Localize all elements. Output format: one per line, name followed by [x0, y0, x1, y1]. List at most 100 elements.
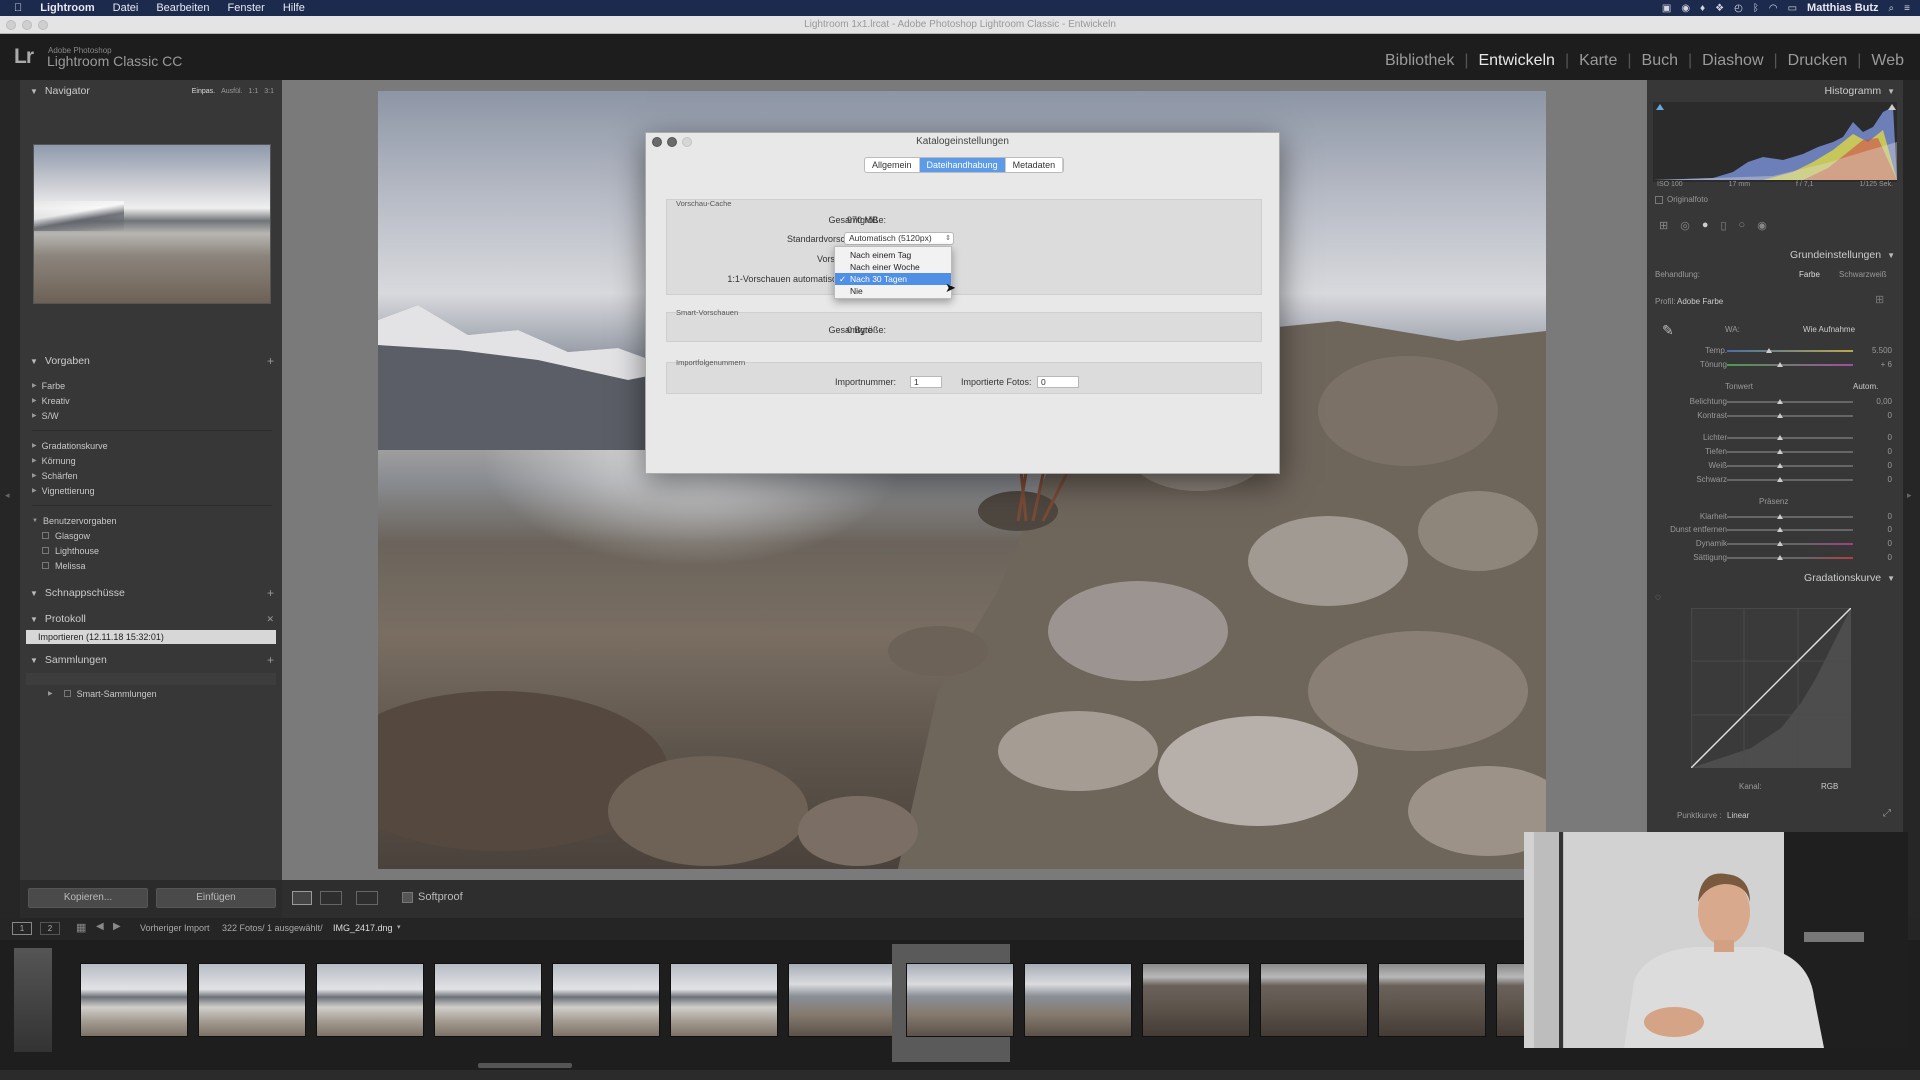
- filmstrip-thumbnail[interactable]: [1378, 963, 1486, 1037]
- presence-2-slider-knob[interactable]: [1776, 541, 1783, 546]
- presence-2-value[interactable]: 0: [1852, 539, 1892, 548]
- main-window-button[interactable]: 1: [12, 922, 32, 935]
- shadow-clipping-icon[interactable]: [1656, 104, 1664, 110]
- tone-2-slider-knob[interactable]: [1776, 435, 1783, 440]
- imported-photos-input[interactable]: 0: [1037, 376, 1079, 388]
- apple-menu-icon[interactable]: : [0, 2, 31, 14]
- histogram-header[interactable]: Histogramm ▼: [1647, 80, 1903, 102]
- tone-1-slider-knob[interactable]: [1776, 413, 1783, 418]
- grid-view-icon[interactable]: ▦: [76, 921, 86, 934]
- before-after-icon[interactable]: [320, 891, 342, 905]
- module-bibliothek[interactable]: Bibliothek: [1375, 52, 1464, 70]
- filmstrip-thumbnail[interactable]: [80, 963, 188, 1037]
- tint-slider[interactable]: [1727, 364, 1853, 366]
- sammlungen-header[interactable]: ▼ Sammlungen +: [20, 649, 282, 671]
- presence-3-value[interactable]: 0: [1852, 553, 1892, 562]
- preset-folder-sw[interactable]: ▶ S/W: [32, 408, 272, 423]
- option-nie[interactable]: Nie: [835, 285, 951, 297]
- zoom-window-button[interactable]: [38, 20, 48, 30]
- tone-0-slider-knob[interactable]: [1776, 399, 1783, 404]
- profile-browser-icon[interactable]: ⊞: [1875, 293, 1884, 306]
- temp-value[interactable]: 5.500: [1852, 346, 1892, 355]
- radial-filter-icon[interactable]: ○: [1739, 219, 1746, 231]
- tint-value[interactable]: + 6: [1852, 360, 1892, 369]
- tone-0-value[interactable]: 0,00: [1852, 397, 1892, 406]
- tint-slider-knob[interactable]: [1776, 362, 1783, 367]
- treatment-color[interactable]: Farbe: [1799, 270, 1820, 279]
- filmstrip-thumbnail[interactable]: [1142, 963, 1250, 1037]
- tone-1-slider[interactable]: [1727, 415, 1853, 417]
- schnappschuesse-header[interactable]: ▼ Schnappschüsse +: [20, 582, 282, 604]
- profile-select[interactable]: Adobe Farbe: [1677, 297, 1723, 306]
- treatment-bw[interactable]: Schwarzweiß: [1839, 270, 1887, 279]
- spot-removal-icon[interactable]: ◎: [1680, 219, 1690, 232]
- tone-5-value[interactable]: 0: [1852, 475, 1892, 484]
- module-entwickeln[interactable]: Entwickeln: [1468, 52, 1564, 70]
- tone-2-slider[interactable]: [1727, 437, 1853, 439]
- module-buch[interactable]: Buch: [1632, 52, 1688, 70]
- preset-folder-kreativ[interactable]: ▶ Kreativ: [32, 393, 272, 408]
- softproof-checkbox[interactable]: [402, 892, 413, 903]
- battery-icon[interactable]: ▭: [1788, 3, 1797, 14]
- preset-folder-gradationskurve[interactable]: ▶ Gradationskurve: [32, 438, 272, 453]
- protokoll-header[interactable]: ▼ Protokoll ✕: [20, 608, 282, 630]
- module-web[interactable]: Web: [1861, 52, 1914, 70]
- minimize-window-button[interactable]: [22, 20, 32, 30]
- second-window-button[interactable]: 2: [40, 922, 60, 935]
- tone-3-value[interactable]: 0: [1852, 447, 1892, 456]
- bluetooth-icon[interactable]: ᛒ: [1753, 3, 1759, 14]
- presence-0-slider-knob[interactable]: [1776, 514, 1783, 519]
- temp-slider[interactable]: [1727, 350, 1853, 352]
- wb-select[interactable]: Wie Aufnahme: [1803, 325, 1855, 334]
- zoom-1-1[interactable]: 1:1: [249, 88, 259, 95]
- clear-history-icon[interactable]: ✕: [266, 614, 274, 625]
- search-icon[interactable]: ⌕: [1889, 3, 1895, 14]
- module-drucken[interactable]: Drucken: [1778, 52, 1858, 70]
- import-number-input[interactable]: 1: [910, 376, 942, 388]
- dropbox-icon[interactable]: ❖: [1715, 3, 1724, 14]
- wifi-icon[interactable]: ◠: [1769, 3, 1778, 14]
- original-photo-checkbox[interactable]: [1655, 196, 1663, 204]
- forward-arrow-icon[interactable]: ▶: [113, 921, 121, 932]
- point-curve-select[interactable]: Linear: [1727, 811, 1749, 820]
- edit-point-curve-icon[interactable]: ⤢: [1883, 808, 1891, 819]
- module-karte[interactable]: Karte: [1569, 52, 1627, 70]
- tone-5-slider-knob[interactable]: [1776, 477, 1783, 482]
- add-collection-icon[interactable]: +: [267, 653, 274, 667]
- tone-2-value[interactable]: 0: [1852, 433, 1892, 442]
- crop-tool-icon[interactable]: ⊞: [1659, 219, 1668, 232]
- paste-settings-button[interactable]: Einfügen: [156, 888, 276, 908]
- menu-hilfe[interactable]: Hilfe: [274, 2, 314, 14]
- temp-slider-knob[interactable]: [1765, 348, 1772, 353]
- option-nach-einer-woche[interactable]: Nach einer Woche: [835, 261, 951, 273]
- curve-header[interactable]: Gradationskurve ▼: [1647, 567, 1903, 589]
- app-menu[interactable]: Lightroom: [31, 2, 103, 14]
- zoom-3-1[interactable]: 3:1: [264, 88, 274, 95]
- right-panel-toggle[interactable]: ▸: [1903, 80, 1920, 918]
- filmstrip-thumbnail[interactable]: [788, 963, 896, 1037]
- preset-folder-vignettierung[interactable]: ▶ Vignettierung: [32, 483, 272, 498]
- tab-metadaten[interactable]: Metadaten: [1006, 158, 1064, 172]
- filmstrip-thumbnail[interactable]: [434, 963, 542, 1037]
- time-machine-icon[interactable]: ◴: [1734, 3, 1743, 14]
- preset-glasgow[interactable]: Glasgow: [32, 528, 272, 543]
- red-eye-icon[interactable]: ●: [1702, 219, 1709, 231]
- standard-preview-size-select[interactable]: Automatisch (5120px) ⇕: [844, 232, 954, 245]
- left-panel-toggle[interactable]: ◂: [0, 80, 20, 918]
- filename-dropdown-icon[interactable]: ▾: [397, 923, 401, 931]
- dialog-zoom-button[interactable]: [682, 137, 692, 147]
- tone-1-value[interactable]: 0: [1852, 411, 1892, 420]
- presence-1-slider[interactable]: [1727, 529, 1853, 531]
- tone-3-slider[interactable]: [1727, 451, 1853, 453]
- user-name[interactable]: Matthias Butz: [1807, 2, 1879, 14]
- menu-bearbeiten[interactable]: Bearbeiten: [147, 2, 218, 14]
- filmstrip-thumbnail[interactable]: [670, 963, 778, 1037]
- targeted-adjust-icon[interactable]: ◌: [1655, 592, 1661, 603]
- filmstrip-thumbnail[interactable]: [1024, 963, 1132, 1037]
- history-entry[interactable]: Importieren (12.11.18 15:32:01): [26, 630, 276, 644]
- filmstrip-scrollbar[interactable]: [478, 1063, 572, 1068]
- presence-0-value[interactable]: 0: [1852, 512, 1892, 521]
- add-preset-icon[interactable]: +: [267, 354, 274, 368]
- white-balance-picker-icon[interactable]: ✎: [1662, 322, 1674, 339]
- close-window-button[interactable]: [6, 20, 16, 30]
